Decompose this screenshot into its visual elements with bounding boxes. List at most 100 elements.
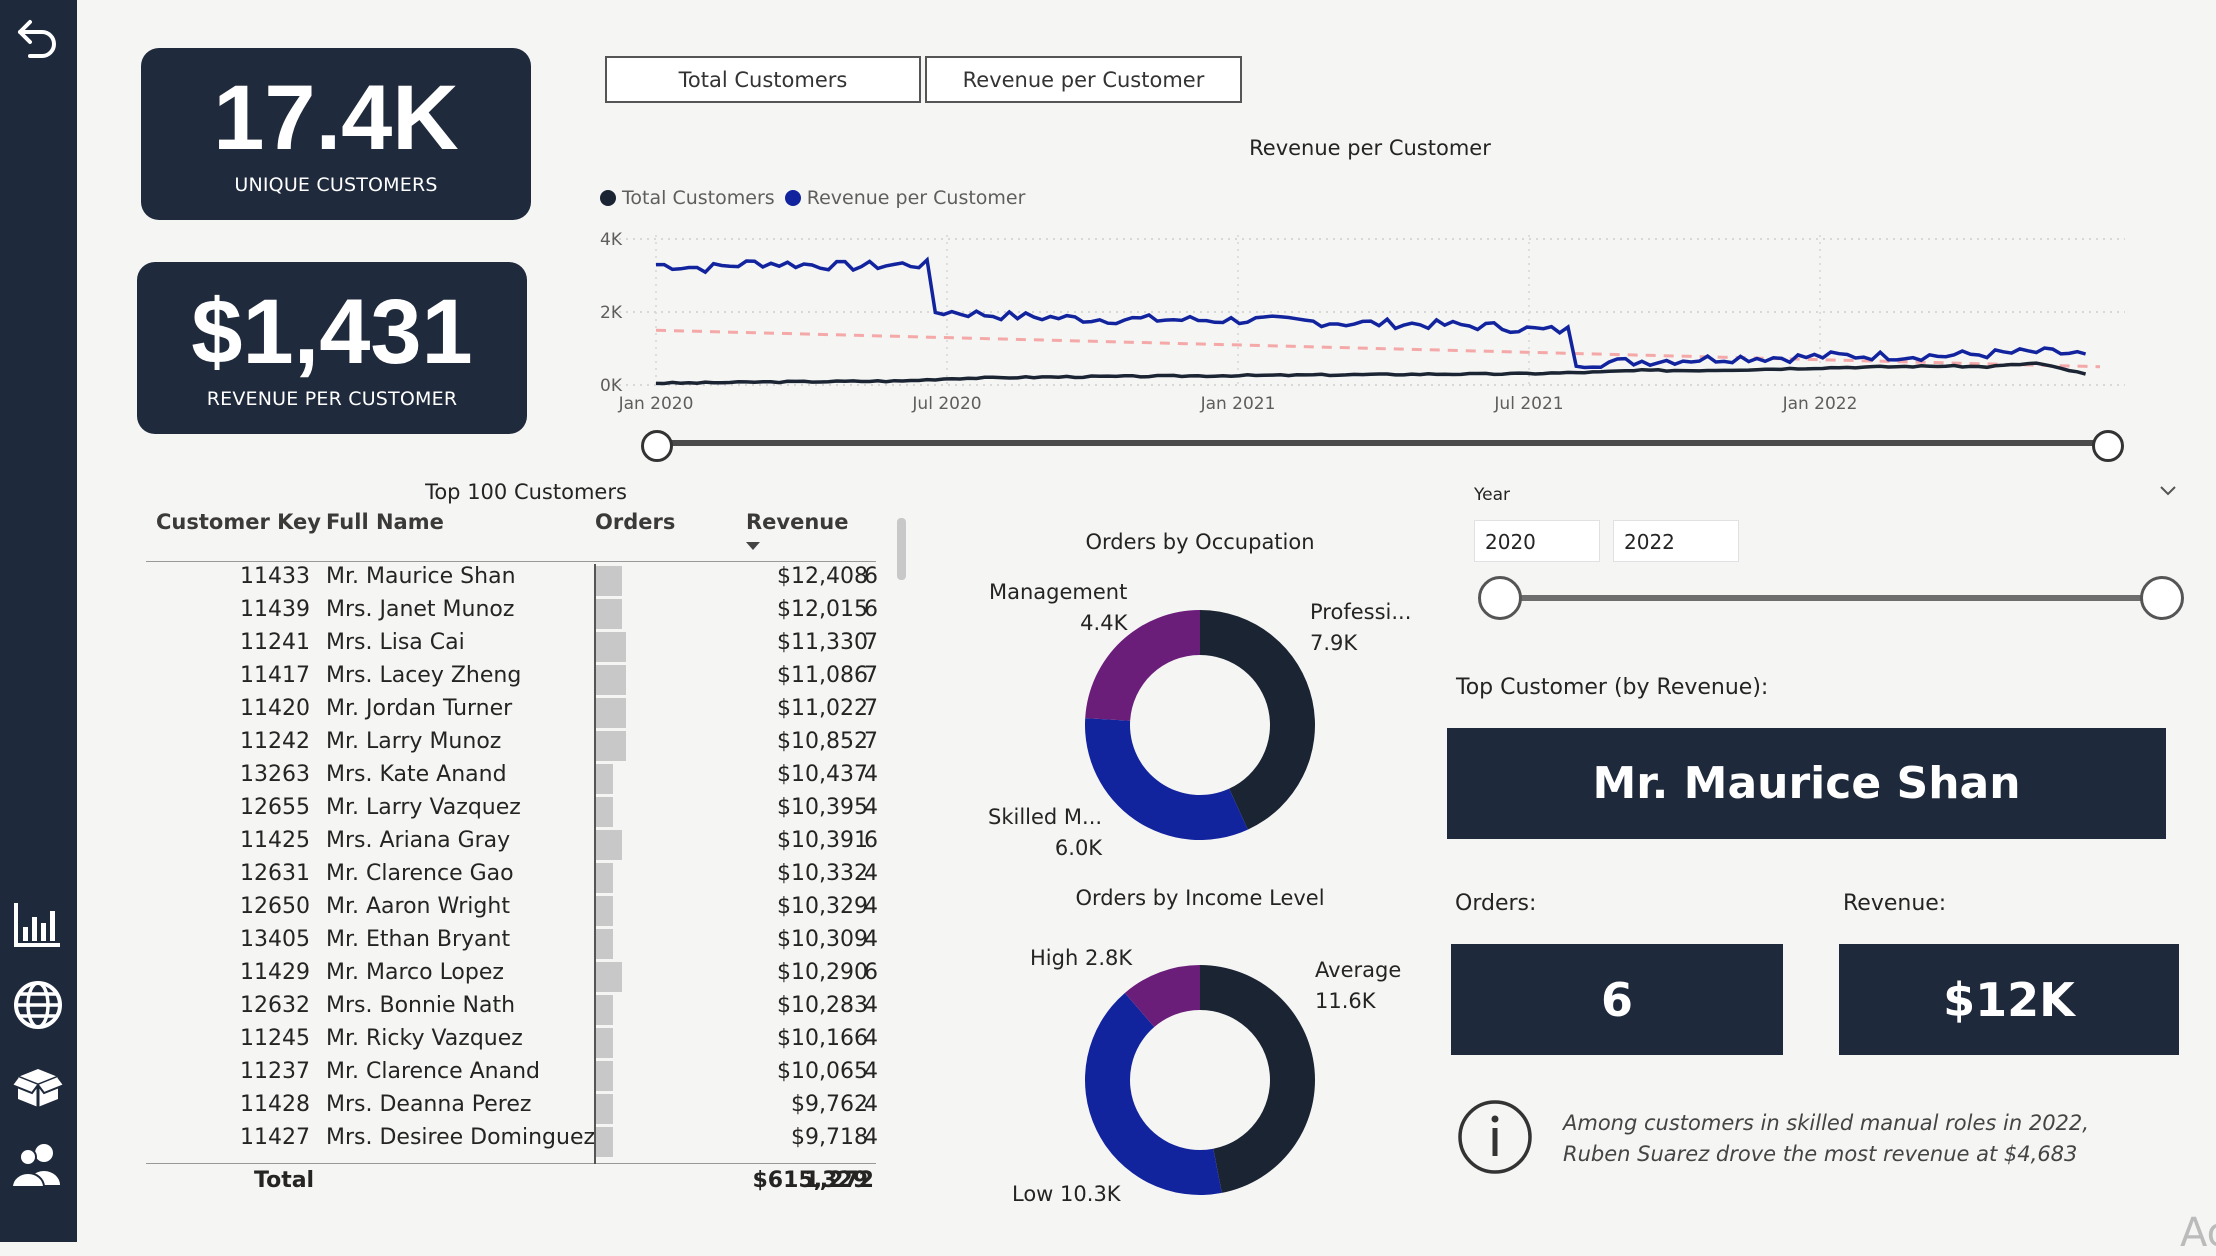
cell-customer-key: 11439 (240, 597, 310, 622)
income-chart-title: Orders by Income Level (1075, 886, 1325, 910)
cell-full-name: Mr. Ricky Vazquez (326, 1026, 523, 1051)
income-average-name: Average (1315, 958, 1402, 982)
date-range-track[interactable] (650, 440, 2110, 446)
top-customers-table: Customer Key Full Name Orders Revenue 11… (146, 510, 906, 1210)
table-row[interactable]: 12631 Mr. Clarence Gao 4 $10,332 (146, 861, 878, 894)
table-row[interactable]: 12632 Mrs. Bonnie Nath 4 $10,283 (146, 993, 878, 1026)
occupation-management-name: Management (989, 580, 1128, 604)
x-tick-label: Jul 2021 (1493, 394, 1563, 414)
year-to-input[interactable]: 2022 (1613, 520, 1739, 562)
kpi-revenue-label: REVENUE PER CUSTOMER (206, 388, 458, 410)
cell-orders-databar (596, 731, 626, 761)
table-row[interactable]: 11237 Mr. Clarence Anand 4 $10,065 (146, 1059, 878, 1092)
cell-revenue: $10,332 (777, 861, 868, 886)
cell-orders-databar (596, 1028, 613, 1058)
income-average-value: 11.6K (1315, 989, 1376, 1013)
chevron-down-icon[interactable] (2158, 480, 2178, 505)
income-label-high: High 2.8K (1030, 946, 1132, 970)
cell-orders-databar (596, 1127, 613, 1157)
year-from-input[interactable]: 2020 (1474, 520, 1600, 562)
x-tick-label: Jan 2021 (1200, 394, 1276, 414)
total-customers-button[interactable]: Total Customers (605, 56, 921, 103)
y-tick-label: 4K (600, 230, 623, 250)
income-low-name: Low (1012, 1182, 1054, 1206)
cell-revenue: $12,408 (777, 564, 868, 589)
info-icon[interactable] (1456, 1098, 1534, 1176)
income-label-low: Low 10.3K (1012, 1182, 1121, 1206)
table-row[interactable]: 11242 Mr. Larry Munoz 7 $10,852 (146, 729, 878, 762)
cell-revenue: $10,391 (777, 828, 868, 853)
year-range-track[interactable] (1498, 595, 2160, 601)
cell-orders-databar (596, 632, 626, 662)
revenue-per-customer-button[interactable]: Revenue per Customer (925, 56, 1242, 103)
users-icon[interactable] (8, 1135, 68, 1195)
cell-orders-databar (596, 599, 622, 629)
income-high-name: High (1030, 946, 1079, 970)
back-arrow-icon[interactable] (8, 10, 68, 70)
insight-text: Among customers in skilled manual roles … (1563, 1111, 2089, 1166)
table-title: Top 100 Customers (425, 480, 627, 504)
cell-orders-databar (596, 830, 622, 860)
top-customer-revenue: $12K (1839, 944, 2179, 1055)
cell-orders-databar (596, 1094, 613, 1124)
header-customer-key[interactable]: Customer Key (156, 510, 321, 534)
table-row[interactable]: 11425 Mrs. Ariana Gray 6 $10,391 (146, 828, 878, 861)
occupation-skilled-name: Skilled M... (988, 805, 1103, 829)
year-range-end-handle[interactable] (2140, 576, 2184, 620)
table-row[interactable]: 11245 Mr. Ricky Vazquez 4 $10,166 (146, 1026, 878, 1059)
income-high-value: 2.8K (1084, 946, 1133, 970)
cell-customer-key: 11417 (240, 663, 310, 688)
table-row[interactable]: 13405 Mr. Ethan Bryant 4 $10,309 (146, 927, 878, 960)
table-row[interactable]: 12655 Mr. Larry Vazquez 4 $10,395 (146, 795, 878, 828)
cell-orders-databar (596, 1061, 613, 1091)
occupation-label-professional: Professi... 7.9K (1310, 597, 1411, 659)
legend-dot-total-customers (600, 190, 616, 206)
cell-revenue: $10,166 (777, 1026, 868, 1051)
header-revenue[interactable]: Revenue (746, 510, 849, 534)
sort-desc-icon[interactable] (746, 542, 760, 550)
cell-revenue: $10,309 (777, 927, 868, 952)
table-row[interactable]: 13263 Mrs. Kate Anand 4 $10,437 (146, 762, 878, 795)
table-row[interactable]: 11420 Mr. Jordan Turner 7 $11,022 (146, 696, 878, 729)
table-row[interactable]: 11433 Mr. Maurice Shan 6 $12,408 (146, 564, 878, 597)
table-row[interactable]: 12650 Mr. Aaron Wright 4 $10,329 (146, 894, 878, 927)
cell-customer-key: 11242 (240, 729, 310, 754)
donut-slice[interactable] (1085, 718, 1248, 840)
slicer-title: Year (1474, 485, 1510, 505)
bar-chart-icon[interactable] (8, 895, 68, 955)
cell-customer-key: 11425 (240, 828, 310, 853)
cell-full-name: Mr. Marco Lopez (326, 960, 504, 985)
cell-customer-key: 11241 (240, 630, 310, 655)
globe-icon[interactable] (8, 975, 68, 1035)
cell-customer-key: 11245 (240, 1026, 310, 1051)
cell-customer-key: 11427 (240, 1125, 310, 1150)
cell-orders-databar (596, 566, 622, 596)
left-nav (0, 0, 77, 1242)
total-divider (146, 1163, 876, 1164)
table-row[interactable]: 11429 Mr. Marco Lopez 6 $10,290 (146, 960, 878, 993)
occupation-professional-value: 7.9K (1310, 631, 1358, 655)
header-full-name[interactable]: Full Name (326, 510, 444, 534)
date-range-end-handle[interactable] (2092, 430, 2124, 462)
table-scrollbar[interactable] (897, 518, 906, 580)
date-range-start-handle[interactable] (641, 430, 673, 462)
cell-full-name: Mrs. Kate Anand (326, 762, 507, 787)
table-row[interactable]: 11241 Mrs. Lisa Cai 7 $11,330 (146, 630, 878, 663)
occupation-skilled-value: 6.0K (1054, 836, 1103, 860)
table-row[interactable]: 11439 Mrs. Janet Munoz 6 $12,015 (146, 597, 878, 630)
line-chart: 4K 2K 0K Jan 2020 Jul 2020 Jan 2021 Jul 2021 J… (600, 230, 2125, 414)
cell-customer-key: 13405 (240, 927, 310, 952)
donut-slice[interactable] (1200, 965, 1315, 1193)
cell-full-name: Mr. Aaron Wright (326, 894, 510, 919)
cell-full-name: Mr. Larry Munoz (326, 729, 502, 754)
box-icon[interactable] (8, 1055, 68, 1115)
header-orders[interactable]: Orders (595, 510, 675, 534)
income-label-average: Average 11.6K (1315, 955, 1401, 1017)
cell-customer-key: 11420 (240, 696, 310, 721)
table-row[interactable]: 11417 Mrs. Lacey Zheng 7 $11,086 (146, 663, 878, 696)
series-revenue-per-customer (656, 256, 2087, 370)
table-row[interactable]: 11428 Mrs. Deanna Perez 4 $9,762 (146, 1092, 878, 1125)
table-row[interactable]: 11427 Mrs. Desiree Dominguez 4 $9,718 (146, 1125, 878, 1158)
top-customer-orders: 6 (1451, 944, 1783, 1055)
year-range-start-handle[interactable] (1478, 576, 1522, 620)
